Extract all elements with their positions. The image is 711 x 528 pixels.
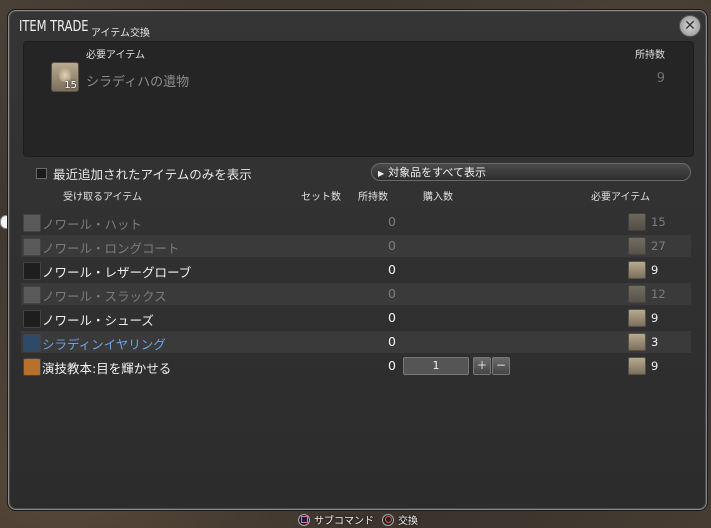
increment-button[interactable]: + — [473, 357, 491, 375]
required-count: 12 — [651, 287, 666, 301]
item-name: 演技教本:目を輝かせる — [42, 361, 172, 376]
earring-icon — [23, 334, 41, 352]
table-row[interactable]: ノワール・レザーグローブ 0 9 — [21, 259, 691, 281]
table-row[interactable]: ノワール・ハット 0 15 — [21, 211, 691, 233]
window-title: ITEM TRADE — [19, 17, 89, 35]
required-item-owned: 9 — [656, 71, 665, 86]
recent-only-checkbox[interactable] — [36, 168, 47, 179]
relic-bag-icon — [628, 213, 646, 231]
relic-bag-icon[interactable]: 15 — [51, 62, 79, 92]
required-item-panel: 必要アイテム 所持数 15 シラディハの遺物 9 — [23, 41, 694, 157]
recent-only-label[interactable]: 最近追加されたアイテムのみを表示 — [53, 164, 252, 183]
button-guide: サブコマンド 交換 — [298, 512, 418, 527]
owned-count: 0 — [388, 310, 396, 325]
required-item-header: 必要アイテム — [86, 50, 145, 61]
circle-button-icon — [382, 513, 394, 526]
table-row[interactable]: ノワール・シューズ 0 9 — [21, 307, 691, 329]
relic-bag-icon — [628, 357, 646, 375]
relic-bag-icon — [628, 309, 646, 327]
item-trade-window: ITEM TRADE アイテム交換 ✕ 必要アイテム 所持数 15 シラディハの… — [8, 10, 707, 510]
book-icon — [23, 358, 41, 376]
show-all-label: 対象品をすべて表示 — [388, 166, 486, 179]
window-subtitle: アイテム交換 — [91, 28, 150, 39]
decrement-button[interactable]: − — [492, 357, 510, 375]
table-row[interactable]: ノワール・スラックス 0 12 — [21, 283, 691, 305]
item-name: ノワール・シューズ — [42, 313, 154, 328]
item-name: ノワール・レザーグローブ — [42, 265, 192, 280]
required-item-name: シラディハの遺物 — [86, 75, 190, 90]
required-count: 15 — [651, 215, 666, 229]
item-name: ノワール・スラックス — [42, 289, 167, 304]
required-count: 9 — [651, 311, 659, 325]
required-item-icon-qty: 15 — [64, 80, 77, 91]
table-row[interactable]: 演技教本:目を輝かせる 0 1 + − 9 — [21, 355, 691, 377]
glove-icon — [23, 262, 41, 280]
show-all-button[interactable]: ▶ 対象品をすべて表示 — [371, 163, 691, 181]
item-name: シラディンイヤリング — [42, 337, 166, 352]
coat-icon — [23, 238, 41, 256]
play-triangle-icon: ▶ — [378, 169, 385, 178]
owned-count: 0 — [388, 214, 396, 229]
shoes-icon — [23, 310, 41, 328]
purchase-quantity-input[interactable]: 1 — [403, 357, 469, 375]
item-name: ノワール・ロングコート — [42, 241, 180, 256]
required-count: 9 — [651, 263, 659, 277]
close-icon[interactable]: ✕ — [679, 15, 701, 37]
col-set-count: セット数 — [301, 192, 341, 203]
table-row[interactable]: ノワール・ロングコート 0 27 — [21, 235, 691, 257]
required-count: 3 — [651, 335, 659, 349]
relic-bag-icon — [628, 261, 646, 279]
item-name: ノワール・ハット — [42, 217, 143, 232]
required-count: 9 — [651, 359, 659, 373]
owned-header: 所持数 — [635, 50, 665, 61]
owned-count: 0 — [388, 238, 396, 253]
owned-count: 0 — [388, 262, 396, 277]
col-purchase: 購入数 — [423, 192, 453, 203]
table-row[interactable]: シラディンイヤリング 0 3 — [21, 331, 691, 353]
required-count: 27 — [651, 239, 666, 253]
trousers-icon — [23, 286, 41, 304]
square-button-icon — [298, 513, 310, 526]
hat-icon — [23, 214, 41, 232]
relic-bag-icon — [628, 237, 646, 255]
trade-label: 交換 — [398, 516, 418, 527]
relic-bag-icon — [628, 285, 646, 303]
owned-count: 0 — [388, 334, 396, 349]
col-required: 必要アイテム — [591, 192, 650, 203]
relic-bag-icon — [628, 333, 646, 351]
col-owned: 所持数 — [358, 192, 388, 203]
owned-count: 0 — [388, 358, 396, 373]
subcommand-label: サブコマンド — [314, 516, 374, 527]
owned-count: 0 — [388, 286, 396, 301]
col-receive-item: 受け取るアイテム — [63, 192, 142, 203]
